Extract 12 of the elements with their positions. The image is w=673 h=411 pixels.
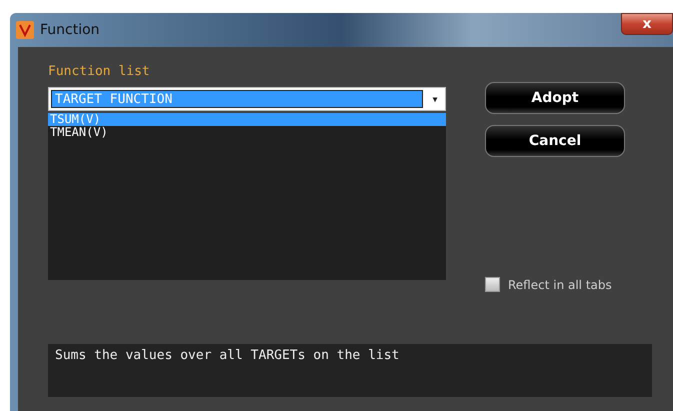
checkbox-label: Reflect in all tabs <box>508 278 612 292</box>
caret-icon: ▼ <box>425 88 445 110</box>
adopt-button[interactable]: Adopt <box>485 82 625 114</box>
cancel-button[interactable]: Cancel <box>485 125 625 157</box>
function-dropdown[interactable]: TARGET FUNCTION ▼ <box>48 87 446 111</box>
description-text: Sums the values over all TARGETs on the list <box>48 344 652 397</box>
section-label: Function list <box>48 64 151 79</box>
checkbox[interactable] <box>485 277 500 292</box>
list-item[interactable]: TMEAN(V) <box>48 126 446 139</box>
close-button[interactable]: x <box>621 13 673 35</box>
window-title: Function <box>40 22 101 38</box>
app-icon <box>16 21 34 39</box>
